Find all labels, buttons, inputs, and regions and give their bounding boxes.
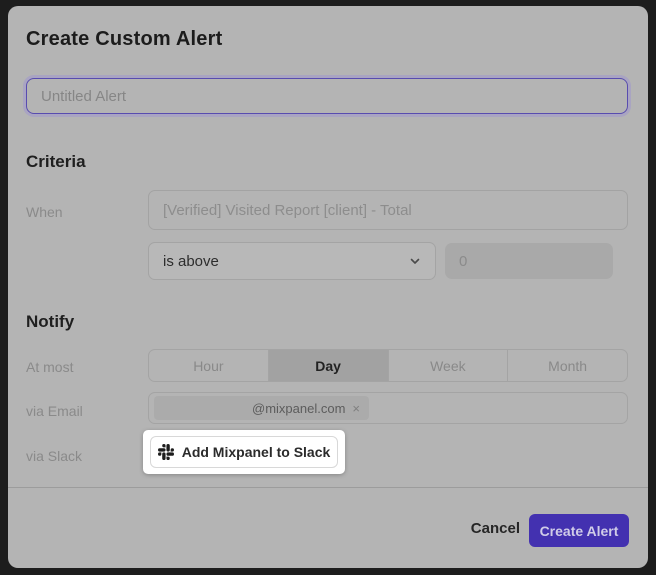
cancel-button[interactable]: Cancel	[471, 520, 520, 537]
chevron-down-icon	[409, 255, 421, 267]
threshold-input[interactable]: 0	[445, 243, 613, 279]
when-label: When	[26, 204, 63, 220]
condition-value: is above	[163, 253, 219, 270]
modal-footer: Cancel Create Alert	[8, 487, 648, 568]
frequency-option-week[interactable]: Week	[389, 350, 509, 381]
add-mixpanel-to-slack-button[interactable]: Add Mixpanel to Slack	[150, 436, 338, 468]
via-slack-label: via Slack	[26, 448, 82, 464]
criteria-heading: Criteria	[26, 152, 86, 172]
slack-icon	[158, 444, 174, 460]
notify-heading: Notify	[26, 312, 74, 332]
condition-select[interactable]: is above	[148, 242, 436, 280]
alert-name-input[interactable]	[26, 78, 628, 114]
frequency-option-month[interactable]: Month	[508, 350, 627, 381]
via-email-label: via Email	[26, 403, 83, 419]
remove-email-icon[interactable]: ×	[352, 402, 360, 415]
tutorial-spotlight: Add Mixpanel to Slack	[143, 430, 345, 474]
email-recipients-input[interactable]: @mixpanel.com ×	[148, 392, 628, 424]
email-chip: @mixpanel.com ×	[154, 396, 369, 420]
email-domain: @mixpanel.com	[252, 401, 345, 416]
create-alert-button[interactable]: Create Alert	[529, 514, 629, 547]
frequency-option-day[interactable]: Day	[269, 350, 389, 381]
email-redacted-name	[163, 401, 245, 415]
at-most-label: At most	[26, 359, 73, 375]
threshold-value: 0	[459, 253, 467, 270]
event-input[interactable]: [Verified] Visited Report [client] - Tot…	[148, 190, 628, 230]
create-custom-alert-modal: Create Custom Alert Criteria When [Verif…	[8, 6, 648, 568]
page-title: Create Custom Alert	[26, 28, 222, 51]
frequency-option-hour[interactable]: Hour	[149, 350, 269, 381]
event-value: [Verified] Visited Report [client] - Tot…	[163, 202, 412, 219]
frequency-segmented-control: Hour Day Week Month	[148, 349, 628, 382]
slack-button-label: Add Mixpanel to Slack	[182, 444, 331, 460]
